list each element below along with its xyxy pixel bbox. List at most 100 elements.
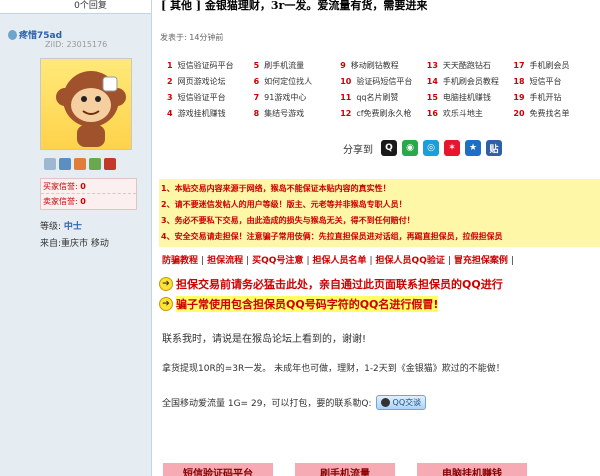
- notice-line: 4、安全交易请走担保！注意骗子常用伎俩：先拉直担保员进对话组，再踢直担保员，拉假…: [161, 232, 503, 241]
- guarantee-warning-text[interactable]: 担保交易前请务必猛击此处，亲自通过此页面联系担保员的QQ进行: [176, 276, 503, 292]
- ad-link[interactable]: 3 短信验证平台: [167, 90, 254, 106]
- avatar[interactable]: [40, 58, 132, 150]
- nav-link[interactable]: 冒充担保案例: [454, 256, 508, 266]
- ad-link-label[interactable]: 集结号游戏: [264, 109, 304, 118]
- ad-link-label[interactable]: 免费找名单: [530, 109, 570, 118]
- scam-warning: ➔ 骗子常使用包含担保员QQ号码字符的QQ名进行假冒!: [159, 296, 439, 312]
- profile-icon[interactable]: [74, 158, 86, 170]
- user-level: 等级: 中士: [40, 219, 82, 232]
- monkey-avatar-icon: [56, 71, 126, 147]
- ad-link[interactable]: 1 短信验证码平台: [167, 58, 254, 74]
- posted-time: 发表于: 14分钟前: [160, 33, 224, 42]
- report-icon[interactable]: [104, 158, 116, 170]
- ad-link[interactable]: 14 手机刷会员教程: [427, 74, 514, 90]
- nav-link[interactable]: 防骗教程: [162, 256, 198, 266]
- ad-link-label[interactable]: 游戏挂机赚钱: [178, 109, 226, 118]
- nav-link[interactable]: 担保人员QQ验证: [376, 256, 445, 266]
- nav-separator: |: [369, 256, 373, 266]
- seller-credit-label: 卖家信誉:: [43, 197, 78, 206]
- ad-link-number: 13: [426, 61, 438, 70]
- ad-link[interactable]: 17 手机刷会员: [513, 58, 600, 74]
- ad-link[interactable]: 18 短信平台: [513, 74, 600, 90]
- ad-link-number: 16: [426, 109, 438, 118]
- ad-link[interactable]: 12 cf免费刷永久枪: [340, 106, 427, 122]
- ad-link-label[interactable]: 天天酷跑钻石: [443, 61, 491, 70]
- ad-link-number: 1: [167, 61, 173, 70]
- tieba-share-icon[interactable]: 贴: [486, 140, 502, 156]
- buyer-credit-label: 买家信誉:: [43, 182, 78, 191]
- weibo-share-icon[interactable]: ✶: [444, 140, 460, 156]
- ad-link-label[interactable]: 欢乐斗地主: [443, 109, 483, 118]
- notice-line: 2、请不要迷信发帖人的用户等级！版主、元老等并非猴岛专职人员！: [161, 200, 407, 209]
- ad-link[interactable]: 9 移动刷钻教程: [340, 58, 427, 74]
- ad-link-label[interactable]: 短信验证平台: [178, 93, 226, 102]
- ad-link[interactable]: 20 免费找名单: [513, 106, 600, 122]
- ad-link-label[interactable]: cf免费刷永久枪: [356, 109, 411, 118]
- ad-link-number: 5: [253, 61, 260, 70]
- links-row: 3 短信验证平台 7 91游戏中心 11 qq名片刷赞 15 电脑挂机赚钱 19 手机开钻: [167, 90, 600, 106]
- ad-link-label[interactable]: 验证码短信平台: [356, 77, 412, 86]
- bottom-ad-button[interactable]: 刷手机流量: [295, 463, 395, 476]
- ad-link-label[interactable]: 手机刷会员: [530, 61, 570, 70]
- body-line-1: 联系我时，请说是在猴岛论坛上看到的，谢谢!: [162, 334, 367, 345]
- ad-link[interactable]: 6 如何定位找人: [254, 74, 341, 90]
- user-id: ZiID: 23015176: [45, 40, 108, 49]
- ad-link-label[interactable]: 电脑挂机赚钱: [443, 93, 491, 102]
- nav-link[interactable]: 担保流程: [207, 256, 243, 266]
- bottom-ad-button[interactable]: 短信验证码平台: [163, 463, 273, 476]
- medal-icon[interactable]: [89, 158, 101, 170]
- qq-share-icon[interactable]: Q: [381, 140, 397, 156]
- ad-link-label[interactable]: 如何定位找人: [264, 77, 312, 86]
- message-icon[interactable]: [44, 158, 56, 170]
- guarantee-warning[interactable]: ➔ 担保交易前请务必猛击此处，亲自通过此页面联系担保员的QQ进行: [159, 276, 503, 292]
- bottom-ad-buttons: 短信验证码平台 刷手机流量 电脑挂机赚钱: [163, 463, 527, 476]
- favorite-share-icon[interactable]: ★: [465, 140, 481, 156]
- notice-line: 1、本贴交易内容来源于网络，猴岛不能保证本贴内容的真实性！: [161, 184, 391, 193]
- ad-link[interactable]: 10 验证码短信平台: [340, 74, 427, 90]
- add-friend-icon[interactable]: [59, 158, 71, 170]
- user-location: 来自:重庆市 移动: [40, 239, 109, 249]
- ad-link-number: 14: [426, 77, 438, 86]
- arrow-right-icon: ➔: [159, 277, 173, 291]
- ad-link-label[interactable]: qq名片刷赞: [356, 93, 398, 102]
- ad-link[interactable]: 13 天天酷跑钻石: [427, 58, 514, 74]
- nav-link[interactable]: 买QQ号注意: [252, 256, 303, 266]
- notice-line: 3、务必不要私下交易，由此造成的损失与猴岛无关，得不到任何赔付！: [161, 216, 415, 225]
- ad-link-number: 18: [513, 77, 525, 86]
- ad-link[interactable]: 11 qq名片刷赞: [340, 90, 427, 106]
- ad-link[interactable]: 15 电脑挂机赚钱: [427, 90, 514, 106]
- seller-credit-value: 0: [80, 197, 86, 206]
- ad-link[interactable]: 2 网页游戏论坛: [167, 74, 254, 90]
- ad-link-number: 11: [340, 93, 352, 102]
- qzone-share-icon[interactable]: ◎: [423, 140, 439, 156]
- bottom-ad-button[interactable]: 电脑挂机赚钱: [417, 463, 527, 476]
- ad-link-label[interactable]: 短信平台: [530, 77, 562, 86]
- ad-link[interactable]: 5 刷手机流量: [254, 58, 341, 74]
- ad-link-number: 19: [513, 93, 525, 102]
- user-online-icon: [8, 29, 17, 40]
- ad-link-label[interactable]: 91游戏中心: [264, 93, 306, 102]
- ad-link-label[interactable]: 手机刷会员教程: [443, 77, 499, 86]
- ad-link[interactable]: 7 91游戏中心: [254, 90, 341, 106]
- nav-separator: |: [201, 256, 205, 266]
- qq-chat-button[interactable]: QQ交谈: [375, 395, 427, 410]
- ad-link-number: 2: [167, 77, 173, 86]
- ad-link[interactable]: 19 手机开钻: [513, 90, 600, 106]
- ad-link[interactable]: 4 游戏挂机赚钱: [167, 106, 254, 122]
- ad-link-number: 12: [340, 109, 352, 118]
- ad-link-number: 10: [340, 77, 352, 86]
- ad-link-number: 8: [253, 109, 260, 118]
- ad-link-label[interactable]: 手机开钻: [530, 93, 562, 102]
- wechat-share-icon[interactable]: ◉: [402, 140, 418, 156]
- buyer-credit: 买家信誉: 0: [41, 179, 136, 194]
- user-sidebar: 0个回复 疼惜75ad ZiID: 23015176 买家信誉: 0 卖家信誉:…: [0, 0, 152, 476]
- ad-link[interactable]: 8 集结号游戏: [254, 106, 341, 122]
- ad-link-label[interactable]: 网页游戏论坛: [178, 77, 226, 86]
- ad-link[interactable]: 16 欢乐斗地主: [427, 106, 514, 122]
- ad-link-number: 7: [253, 93, 260, 102]
- ad-link-label[interactable]: 短信验证码平台: [178, 61, 234, 70]
- ad-link-label[interactable]: 移动刷钻教程: [351, 61, 399, 70]
- ad-links-grid: 1 短信验证码平台 5 刷手机流量 9 移动刷钻教程 13 天天酷跑钻石 17 手机刷会员 2 网页游…: [167, 58, 600, 122]
- ad-link-label[interactable]: 刷手机流量: [264, 61, 304, 70]
- nav-link[interactable]: 担保人员名单: [312, 256, 366, 266]
